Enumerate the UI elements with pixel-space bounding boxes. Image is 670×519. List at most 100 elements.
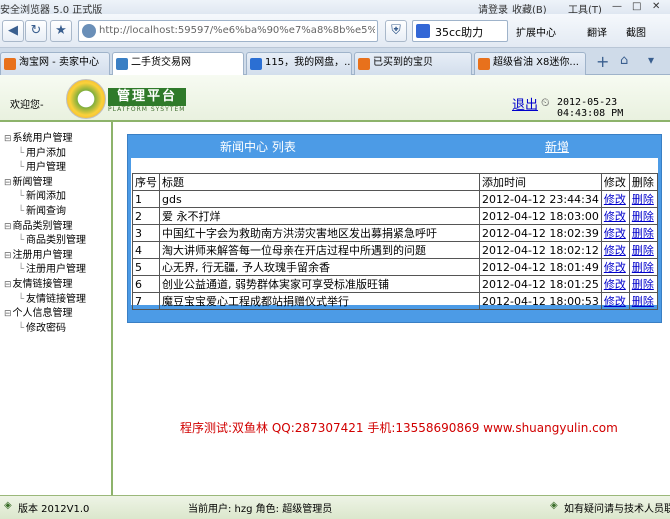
row-no: 5 [132,258,160,276]
browser-toolbar: ◀ ↻ ★ http://localhost:59597/%e6%ba%90%e… [0,14,670,48]
shield-icon[interactable]: ⛨ [385,20,407,42]
sidebar-group-news[interactable]: 新闻管理 [4,176,86,191]
maximize-button[interactable]: □ [632,1,641,12]
status-bar: ◈ 版本 2012V1.0 当前用户: hzg 角色: 超级管理员 ◈ 如有疑问… [0,495,670,519]
row-title: gds [159,190,480,208]
edit-link[interactable]: 修改 [604,295,626,308]
tab-menu-icon[interactable]: ▾ [648,53,654,67]
extensions-button[interactable]: 扩展中心 [516,24,556,39]
sidebar-group-friend-links[interactable]: 友情链接管理 [4,278,86,293]
page-icon [82,24,96,38]
delete-link[interactable]: 删除 [632,210,654,223]
edit-link[interactable]: 修改 [604,193,626,206]
delete-link[interactable]: 删除 [632,278,654,291]
row-no: 1 [132,190,160,208]
tab-label: 超级省油 X8迷你... [493,57,579,68]
tab-secondhand-market[interactable]: 二手货交易网 [112,52,244,76]
row-title: 心无界, 行无疆, 予人玫瑰手留余香 [159,258,480,276]
close-button[interactable]: ✕ [652,1,660,12]
col-header-edit: 修改 [600,173,630,191]
row-time: 2012-04-12 23:44:34 [479,190,602,208]
sidebar-item-news-query[interactable]: 新闻查询 [4,205,86,220]
row-no: 4 [132,241,160,259]
tab-label: 淘宝网 - 卖家中心 [19,57,99,68]
edit-link[interactable]: 修改 [604,210,626,223]
back-icon[interactable]: ◀ [2,20,24,42]
tab-label: 已买到的宝贝 [373,57,433,68]
sidebar-item-user-add[interactable]: 用户添加 [4,147,86,162]
sidebar-item-news-add[interactable]: 新闻添加 [4,190,86,205]
sidebar-group-registered-users[interactable]: 注册用户管理 [4,249,86,264]
table-row: 7 魔豆宝宝爱心工程成都站捐赠仪式举行 2012-04-12 18:00:53 … [132,292,658,310]
row-title: 中国红十字会为救助南方洪涝灾害地区发出募捐紧急呼吁 [159,224,480,242]
sidebar-item-user-manage[interactable]: 用户管理 [4,161,86,176]
row-time: 2012-04-12 18:02:12 [479,241,602,259]
row-time: 2012-04-12 18:01:49 [479,258,602,276]
sidebar-item-registered-users[interactable]: 注册用户管理 [4,263,86,278]
panel-title: 新闻中心 列表 [220,140,296,154]
search-label: 35cc助力 [435,26,484,39]
favorite-star-icon[interactable]: ★ [50,20,72,42]
delete-link[interactable]: 删除 [632,227,654,240]
table-row: 2 爱 永不打烊 2012-04-12 18:03:00 修改 删除 [132,207,658,225]
version-icon: ◈ [4,500,12,511]
delete-link[interactable]: 删除 [632,295,654,308]
row-no: 7 [132,292,160,310]
row-title: 魔豆宝宝爱心工程成都站捐赠仪式举行 [159,292,480,310]
sidebar-group-system-users[interactable]: 系统用户管理 [4,132,86,147]
row-no: 6 [132,275,160,293]
row-title: 淘大讲师来解答每一位母亲在开店过程中所遇到的问题 [159,241,480,259]
sidebar: 系统用户管理 用户添加 用户管理 新闻管理 新闻添加 新闻查询 商品类别管理 商… [0,122,113,495]
sidebar-group-product-category[interactable]: 商品类别管理 [4,220,86,235]
add-news-link[interactable]: 新增 [545,138,569,155]
tab-taobao-seller[interactable]: 淘宝网 - 卖家中心 [0,52,110,75]
sidebar-item-product-category[interactable]: 商品类别管理 [4,234,86,249]
tab-label: 115，我的网盘，... [265,57,352,68]
refresh-icon[interactable]: ↻ [25,20,47,42]
logo-title: 管理平台 [108,88,186,106]
browser-title-bar: 安全浏览器 5.0 正式版 请登录 收藏(B) 工具(T) — □ ✕ [0,0,670,16]
welcome-text: 欢迎您- [10,100,44,111]
sidebar-group-profile[interactable]: 个人信息管理 [4,307,86,322]
col-header-title: 标题 [159,173,480,191]
edit-link[interactable]: 修改 [604,278,626,291]
delete-link[interactable]: 删除 [632,193,654,206]
edit-link[interactable]: 修改 [604,261,626,274]
row-time: 2012-04-12 18:00:53 [479,292,602,310]
datetime: 2012-05-23 04:43:08 PM [557,97,624,119]
delete-link[interactable]: 删除 [632,244,654,257]
table-row: 5 心无界, 行无疆, 予人玫瑰手留余香 2012-04-12 18:01:49… [132,258,658,276]
row-no: 3 [132,224,160,242]
tab-fuel-saver[interactable]: 超级省油 X8迷你... [474,52,586,75]
col-header-delete: 删除 [628,173,658,191]
tab-favicon [116,58,128,70]
row-time: 2012-04-12 18:03:00 [479,207,602,225]
table-row: 3 中国红十字会为救助南方洪涝灾害地区发出募捐紧急呼吁 2012-04-12 1… [132,224,658,242]
sidebar-item-change-password[interactable]: 修改密码 [4,322,86,337]
table-row: 6 创业公益通道, 弱势群体実家可享受标准版旺铺 2012-04-12 18:0… [132,275,658,293]
table-header-row: 序号 标题 添加时间 修改 删除 [132,173,658,191]
edit-link[interactable]: 修改 [604,227,626,240]
tab-favicon [4,58,16,70]
row-time: 2012-04-12 18:01:25 [479,275,602,293]
edit-link[interactable]: 修改 [604,244,626,257]
translate-button[interactable]: 翻译 [587,24,607,39]
tab-purchased-items[interactable]: 已买到的宝贝 [354,52,472,75]
tab-bar: 淘宝网 - 卖家中心 二手货交易网 115，我的网盘，... 已买到的宝贝 超级… [0,48,670,76]
sidebar-item-friend-links[interactable]: 友情链接管理 [4,293,86,308]
screenshot-button[interactable]: 截图 [626,24,646,39]
logo-subtitle: PLATFORM SYSYTEM [108,106,186,113]
table-row: 4 淘大讲师来解答每一位母亲在开店过程中所遇到的问题 2012-04-12 18… [132,241,658,259]
home-icon[interactable]: ⌂ [620,53,628,68]
new-tab-icon[interactable]: + [596,52,609,71]
minimize-button[interactable]: — [612,1,622,12]
delete-link[interactable]: 删除 [632,261,654,274]
current-user-text: 当前用户: hzg 角色: 超级管理员 [188,504,333,515]
search-box[interactable]: 35cc助力 [412,20,508,42]
tab-115-drive[interactable]: 115，我的网盘，... [246,52,352,75]
tab-label: 二手货交易网 [131,57,191,68]
logout-link[interactable]: 退出 [512,94,538,113]
help-text: 如有疑问请与技术人员联系 [564,504,670,515]
version-text: 版本 2012V1.0 [18,504,90,515]
address-bar[interactable]: http://localhost:59597/%e6%ba%90%e7%a8%8… [78,20,378,42]
